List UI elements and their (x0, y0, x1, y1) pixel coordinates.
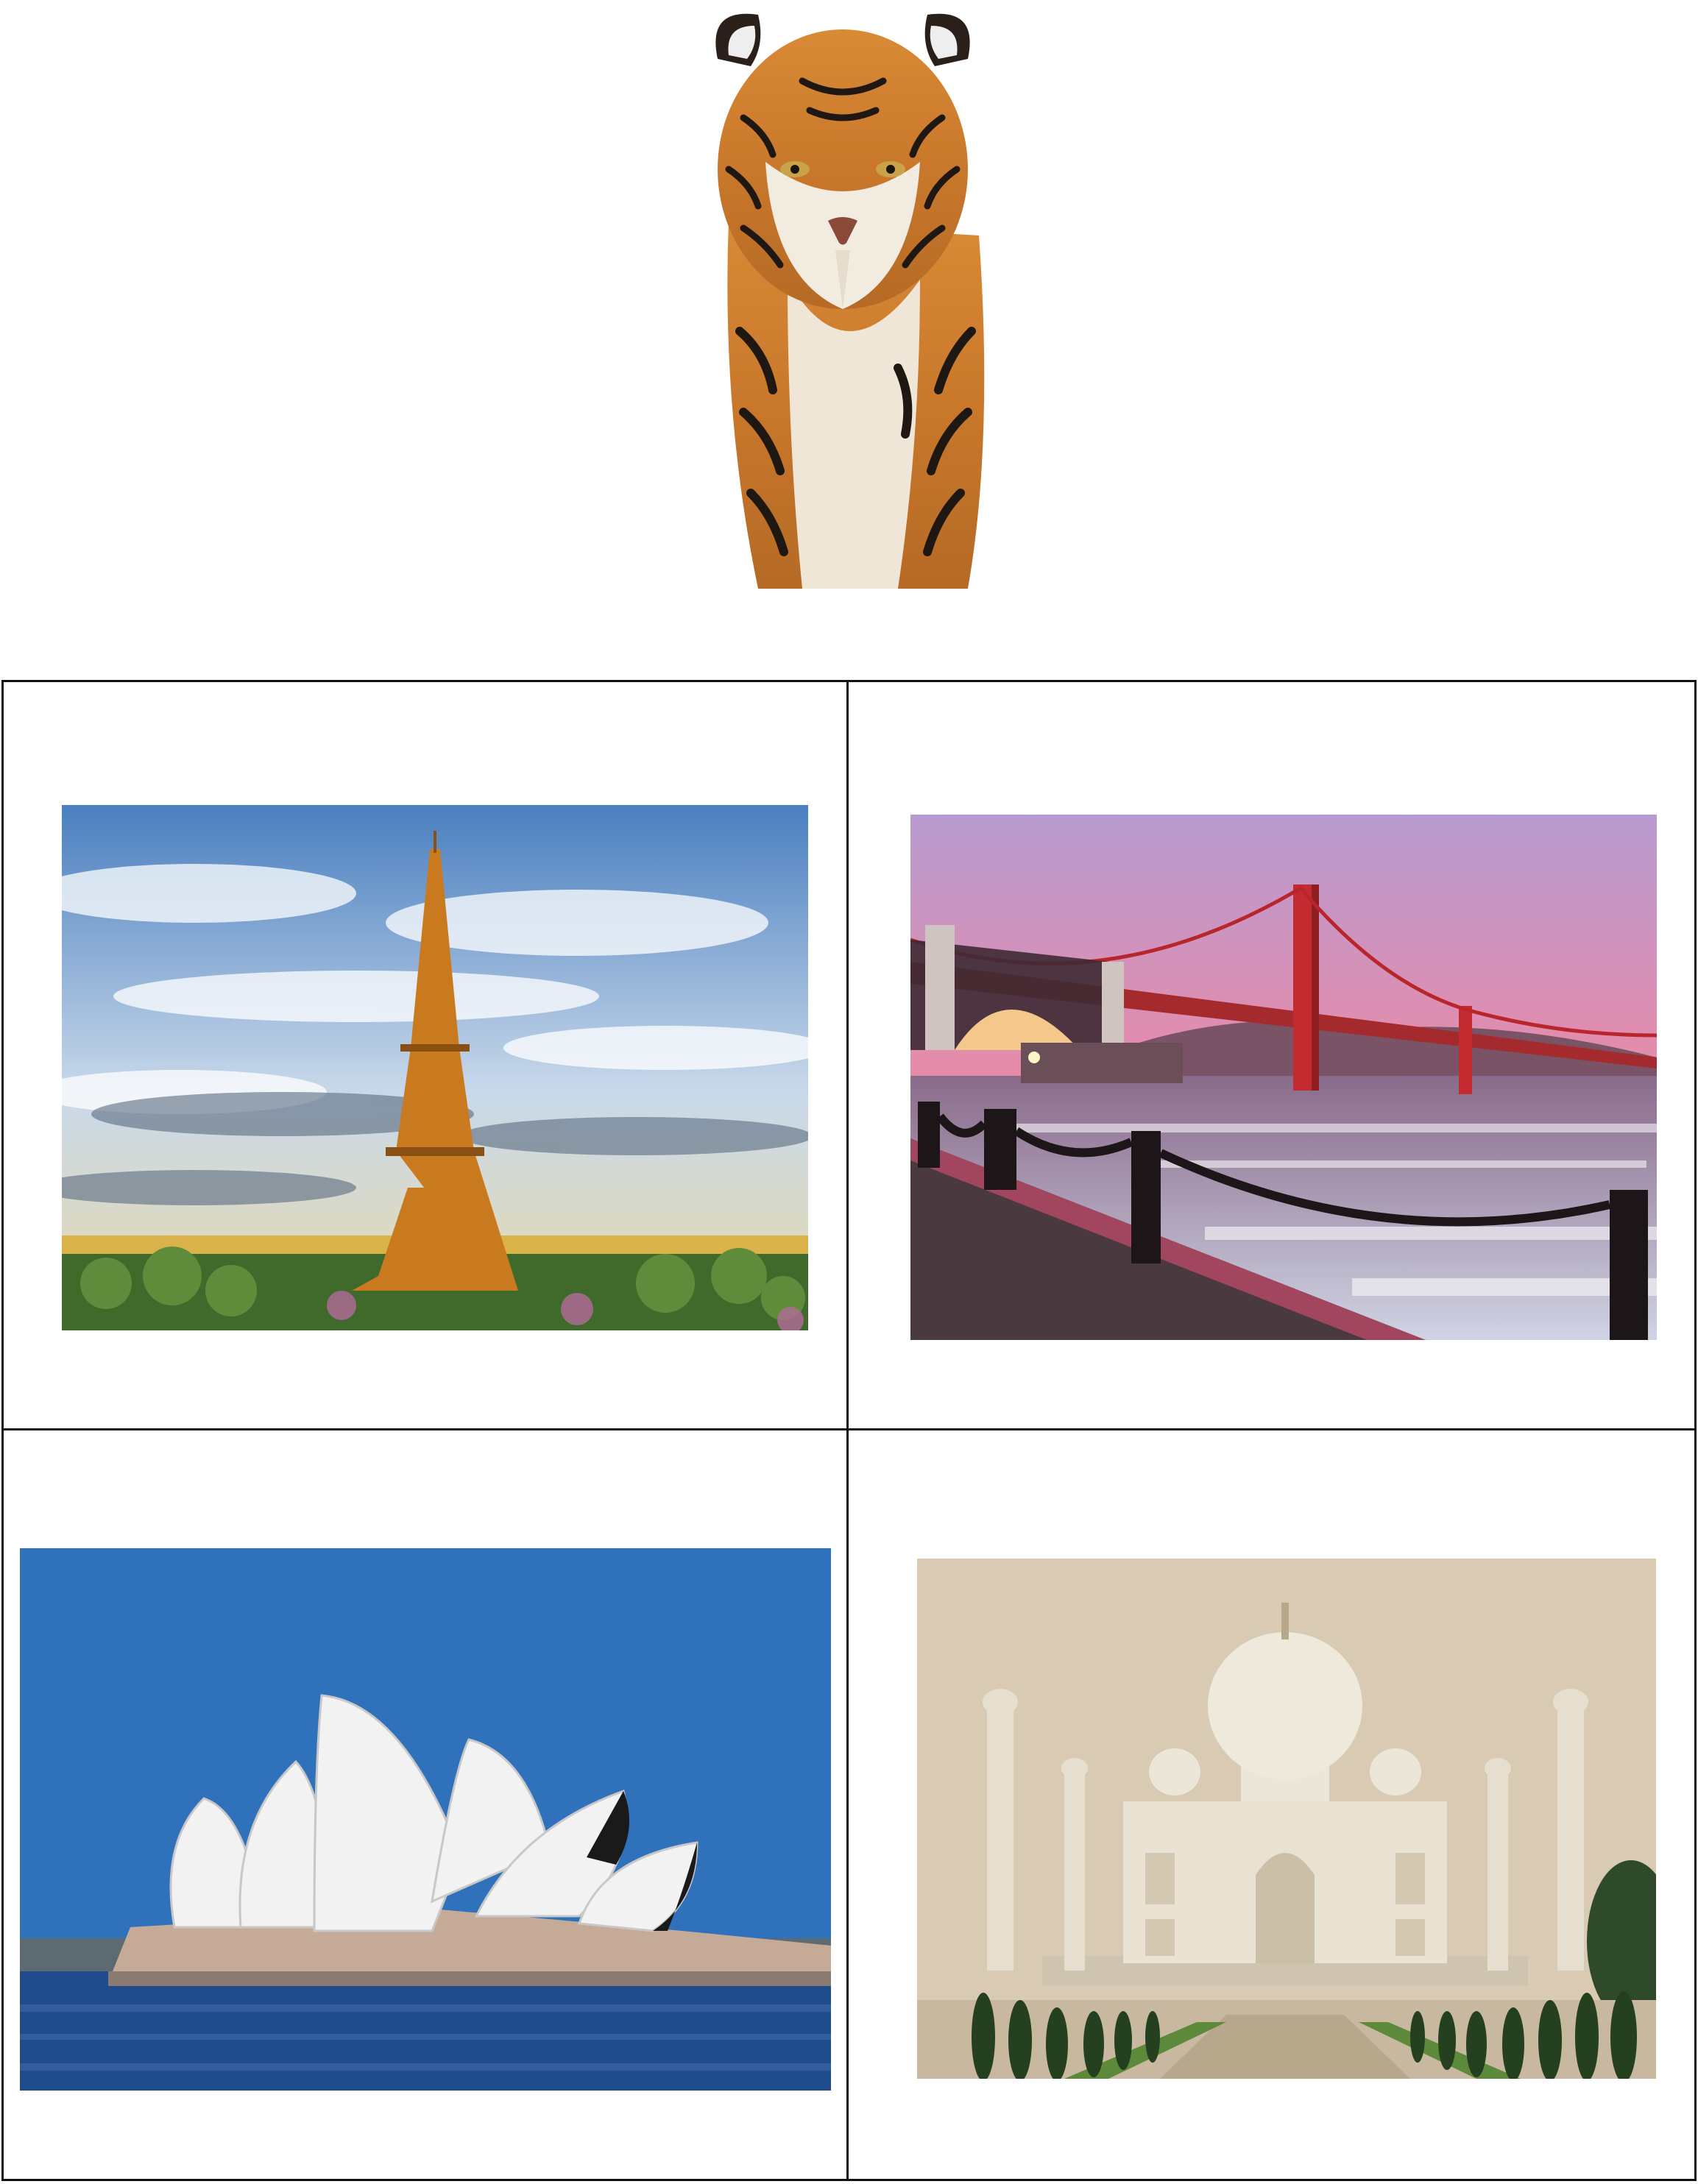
grid-divider-vertical (846, 680, 849, 2181)
grid-divider-horizontal (1, 1428, 1697, 1430)
golden-gate-bridge-image (910, 815, 1657, 1340)
eiffel-tower-image (62, 805, 808, 1330)
sydney-opera-house-image (20, 1548, 831, 2091)
taj-mahal-image (917, 1559, 1656, 2079)
tiger-image (677, 0, 1023, 596)
